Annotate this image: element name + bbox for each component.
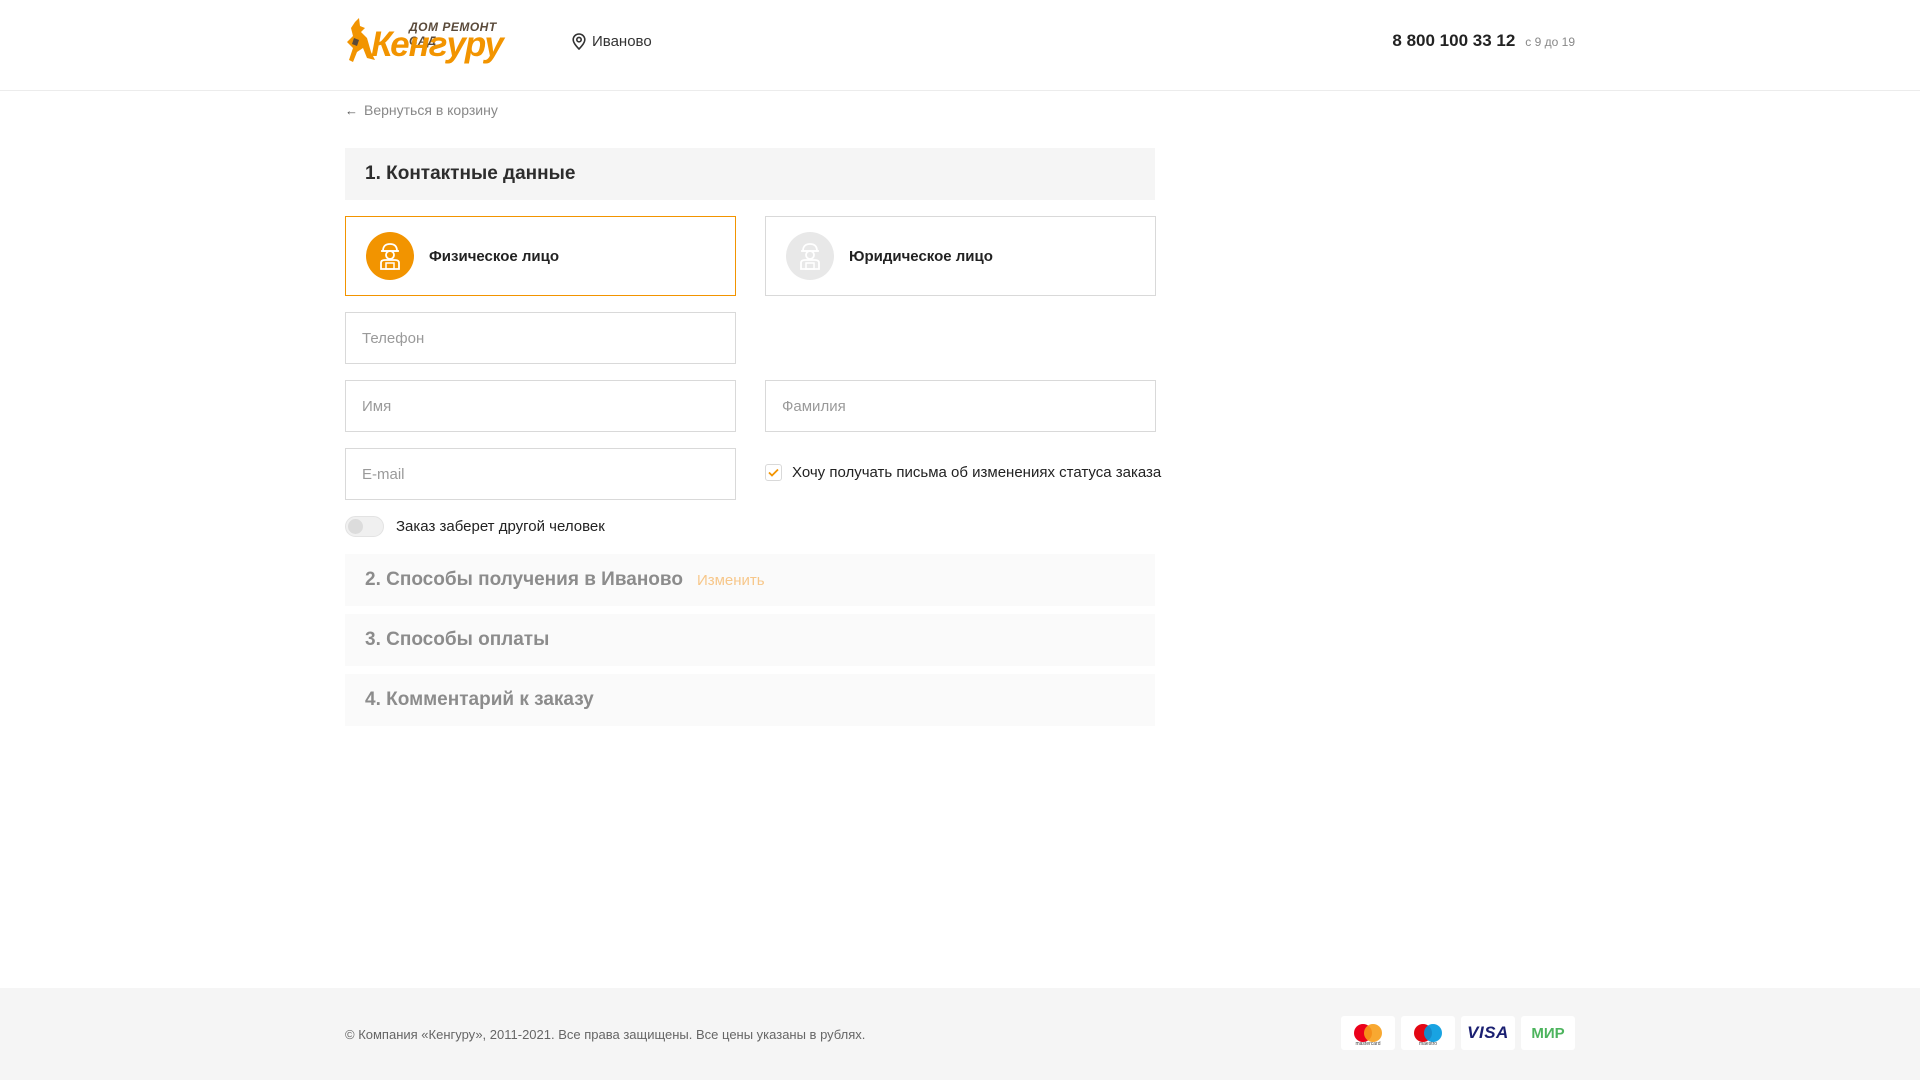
- last-name-input[interactable]: [766, 381, 1155, 431]
- other-person-option: Заказ заберет другой человек: [345, 516, 605, 537]
- section-delivery-title: 2. Способы получения в Иваново: [365, 569, 683, 590]
- back-to-cart-label: Вернуться в корзину: [364, 102, 498, 118]
- phone-field[interactable]: [345, 312, 736, 364]
- status-emails-checkbox[interactable]: [765, 464, 782, 481]
- email-field[interactable]: [345, 448, 736, 500]
- toggle-knob: [348, 519, 363, 534]
- section-delivery-header[interactable]: 2. Способы получения в Иваново Изменить: [345, 554, 1155, 606]
- mastercard-icon: mastercard: [1341, 1016, 1395, 1050]
- other-person-label: Заказ заберет другой человек: [396, 518, 605, 535]
- last-name-field[interactable]: [765, 380, 1156, 432]
- city-name: Иваново: [592, 33, 652, 50]
- contact-phone: 8 800 100 33 12 с 9 до 19: [1392, 31, 1575, 51]
- section-contacts-title: 1. Контактные данные: [365, 163, 576, 184]
- section-comment-header[interactable]: 4. Комментарий к заказу: [345, 674, 1155, 726]
- logo-wordmark: Кенгуру: [371, 25, 504, 64]
- phone-number[interactable]: 8 800 100 33 12: [1392, 31, 1515, 51]
- section-contacts-header: 1. Контактные данные: [345, 148, 1155, 200]
- mir-wordmark: МИР: [1531, 1024, 1565, 1042]
- other-person-toggle[interactable]: [345, 516, 384, 537]
- change-city-link[interactable]: Изменить: [697, 572, 765, 589]
- checkmark-icon: [768, 468, 779, 477]
- first-name-input[interactable]: [346, 381, 735, 431]
- maestro-caption: maestro: [1418, 1041, 1438, 1047]
- working-hours: с 9 до 19: [1525, 35, 1575, 49]
- worker-avatar-icon: [366, 232, 414, 280]
- mastercard-caption: mastercard: [1355, 1041, 1381, 1047]
- person-type-individual-label: Физическое лицо: [429, 247, 560, 265]
- person-type-individual[interactable]: Физическое лицо: [345, 216, 736, 296]
- section-payment-header[interactable]: 3. Способы оплаты: [345, 614, 1155, 666]
- mir-icon: МИР: [1521, 1016, 1575, 1050]
- back-to-cart-link[interactable]: ← Вернуться в корзину: [345, 102, 498, 118]
- site-footer: © Компания «Кенгуру», 2011-2021. Все пра…: [0, 988, 1920, 1080]
- phone-input[interactable]: [346, 313, 735, 363]
- person-type-legal-label: Юридическое лицо: [849, 247, 993, 265]
- first-name-field[interactable]: [345, 380, 736, 432]
- status-emails-label: Хочу получать письма об изменениях стату…: [792, 464, 1162, 481]
- location-pin-icon: [572, 33, 586, 50]
- worker-avatar-icon: [786, 232, 834, 280]
- payment-logos: mastercard maestro VISA МИР: [1341, 1016, 1575, 1050]
- section-payment-title: 3. Способы оплаты: [365, 629, 550, 650]
- visa-wordmark: VISA: [1467, 1023, 1509, 1042]
- maestro-icon: maestro: [1401, 1016, 1455, 1050]
- site-header: ДОМ РЕМОНТ САД Кенгуру Иваново 8 800 100…: [0, 0, 1920, 91]
- arrow-left-icon: ←: [345, 102, 358, 118]
- section-comment-title: 4. Комментарий к заказу: [365, 689, 594, 710]
- city-selector[interactable]: Иваново: [572, 33, 652, 50]
- copyright-text: © Компания «Кенгуру», 2011-2021. Все пра…: [345, 1027, 866, 1042]
- person-type-legal[interactable]: Юридическое лицо: [765, 216, 1156, 296]
- site-logo[interactable]: ДОМ РЕМОНТ САД Кенгуру: [345, 14, 527, 62]
- visa-icon: VISA: [1461, 1016, 1515, 1050]
- status-emails-option[interactable]: Хочу получать письма об изменениях стату…: [765, 464, 1161, 481]
- email-input[interactable]: [346, 449, 735, 499]
